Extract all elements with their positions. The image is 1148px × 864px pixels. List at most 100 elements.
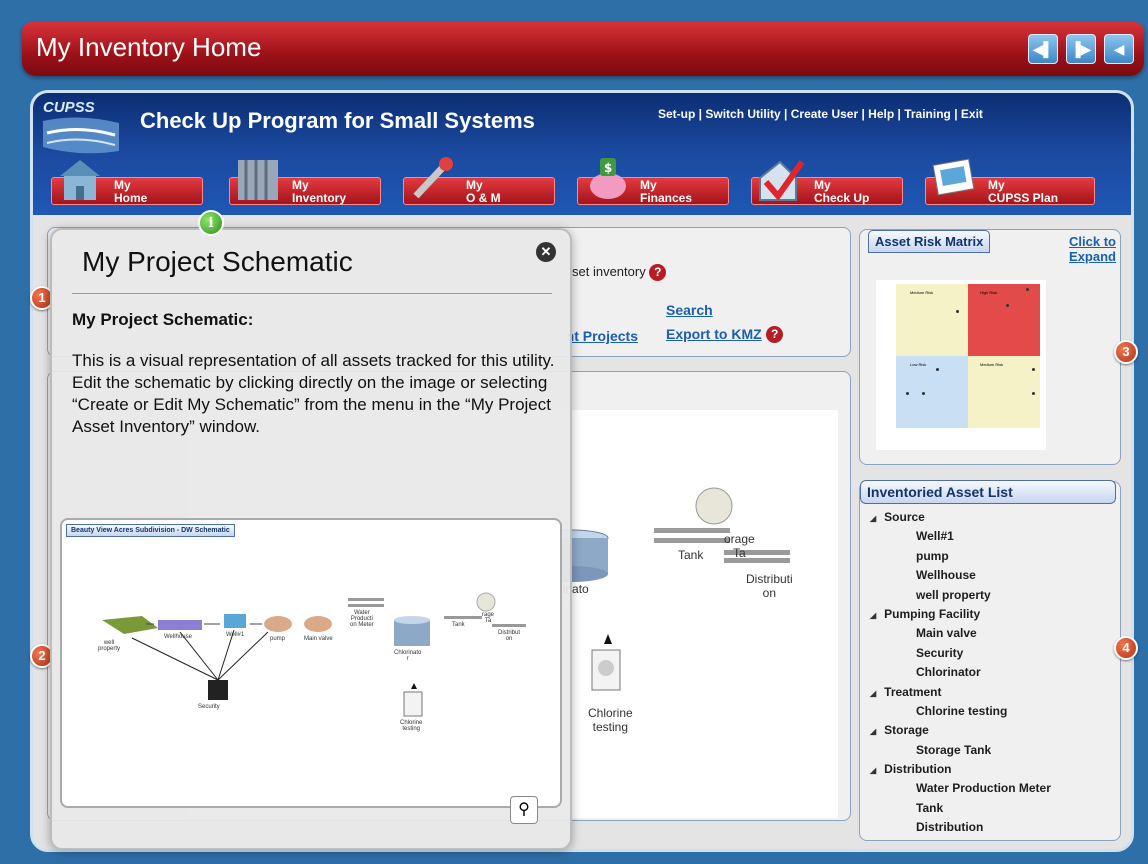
asset-list-tab: Inventoried Asset List	[860, 480, 1116, 504]
inventory-intro-text: set inventory ?	[572, 264, 667, 282]
close-icon[interactable]: ✕	[536, 242, 556, 262]
risk-matrix-tab: Asset Risk Matrix	[868, 230, 991, 253]
thumb-label: Tank	[452, 622, 465, 628]
chlorine-testing-label: Chlorine testing	[588, 706, 633, 734]
thumb-label: rage Ta	[482, 612, 495, 624]
menu-my-home[interactable]: My Home	[51, 160, 203, 205]
menu-my-cupss-plan[interactable]: My CUPSS Plan	[925, 158, 1095, 205]
thumb-label: pump	[270, 636, 286, 642]
asset-item[interactable]: pump	[870, 547, 1051, 566]
storage-tank-label: orage Ta	[724, 532, 755, 560]
create-user-link[interactable]: Create User	[791, 107, 858, 121]
asset-category[interactable]: Distribution	[870, 760, 1051, 779]
popup-title: My Project Schematic	[82, 246, 353, 277]
asset-tree: SourceWell#1pumpWellhousewell propertyPu…	[870, 508, 1051, 838]
risk-point	[1026, 288, 1029, 291]
menu-line2: CUPSS Plan	[988, 191, 1059, 205]
export-kmz-link[interactable]: Export to KMZ	[666, 326, 762, 342]
asset-item[interactable]: Wellhouse	[870, 566, 1051, 585]
menu-my-om[interactable]: My O & M	[403, 157, 555, 205]
quadrant-label: High Risk	[980, 290, 998, 295]
menu-line2: Finances	[640, 191, 693, 205]
menu-my-finances[interactable]: $ My Finances	[577, 158, 729, 205]
checkmark-house-icon	[759, 160, 804, 201]
menu-my-inventory[interactable]: My Inventory	[229, 160, 381, 205]
asset-category[interactable]: Pumping Facility	[870, 605, 1051, 624]
high-risk-quadrant	[968, 284, 1040, 356]
setup-link[interactable]: Set-up	[658, 107, 695, 121]
plan-document-icon	[932, 158, 975, 196]
thumb-label: Well#1	[226, 632, 245, 638]
callout-badge-3[interactable]: 3	[1114, 340, 1138, 364]
quadrant-label: Low Risk	[910, 362, 927, 367]
asset-category[interactable]: Source	[870, 508, 1051, 527]
help-link[interactable]: Help	[868, 107, 894, 121]
asset-item[interactable]: Distribution	[870, 818, 1051, 837]
window-title: My Inventory Home	[36, 32, 262, 62]
training-link[interactable]: Training	[904, 107, 951, 121]
view-cip-link[interactable]: View My Capital Improvement Projects	[568, 328, 638, 344]
thumb-label: Chlorinato r	[394, 650, 422, 662]
risk-point	[936, 368, 939, 371]
asset-item[interactable]: Storage Tank	[870, 741, 1051, 760]
asset-item[interactable]: Main valve	[870, 624, 1051, 643]
click-to-expand-link[interactable]: Click to Expand	[1060, 234, 1116, 264]
risk-matrix-panel: Asset Risk Matrix Click to Expand Medium…	[859, 229, 1121, 465]
zoom-icon[interactable]: ⚲	[510, 796, 538, 824]
water-drop-logo-icon	[43, 117, 119, 154]
asset-item[interactable]: Chlorine testing	[870, 702, 1051, 721]
search-link[interactable]: Search	[666, 302, 713, 318]
distribution-label: Distributi on	[746, 572, 793, 600]
risk-point	[1032, 392, 1035, 395]
speaker-icon[interactable]: ◀	[1104, 34, 1134, 64]
info-icon[interactable]: i	[198, 210, 224, 236]
thumbnail-diagram	[102, 592, 526, 717]
thumb-label: Wellhouse	[164, 634, 192, 640]
menu-line2: O & M	[466, 191, 501, 205]
asset-list-panel: Inventoried Asset List SourceWell#1pumpW…	[859, 480, 1121, 841]
asset-item[interactable]: Water Production Meter	[870, 779, 1051, 798]
thumb-label: Main valve	[304, 636, 333, 642]
menu-line2: Home	[114, 191, 148, 205]
switch-utility-link[interactable]: Switch Utility	[705, 107, 780, 121]
menu-line2: Check Up	[814, 191, 870, 205]
exit-link[interactable]: Exit	[961, 107, 983, 121]
callout-badge-4[interactable]: 4	[1114, 636, 1138, 660]
thumb-label: Water Producti on Meter	[350, 610, 374, 628]
asset-item[interactable]: Well#1	[870, 527, 1051, 546]
risk-point	[1032, 368, 1035, 371]
asset-item[interactable]: Chlorinator	[870, 663, 1051, 682]
svg-text:$: $	[604, 161, 612, 175]
risk-matrix-chart[interactable]: Medium Risk High Risk Low Risk Medium Ri…	[876, 280, 1046, 450]
thumb-label: Security	[198, 704, 220, 710]
app-header: CUPSS Check Up Program for Small Systems…	[33, 93, 1131, 215]
thumb-label: Chlorine testing	[400, 720, 423, 732]
popup-divider	[72, 293, 552, 294]
piggy-bank-icon: $	[590, 158, 626, 199]
asset-item[interactable]: well property	[870, 586, 1051, 605]
house-icon	[60, 160, 100, 200]
asset-category[interactable]: Treatment	[870, 683, 1051, 702]
export-kmz-row: Export to KMZ ?	[666, 326, 784, 344]
medium-risk-quadrant-bottom	[968, 356, 1040, 428]
schematic-thumbnail[interactable]: Beauty View Acres Subdivision - DW Schem…	[60, 518, 562, 808]
app-title: Check Up Program for Small Systems	[140, 108, 535, 133]
quadrant-label: Medium Risk	[910, 290, 934, 295]
menu-my-checkup[interactable]: My Check Up	[751, 160, 903, 205]
quadrant-label: Medium Risk	[980, 362, 1004, 367]
step-back-icon[interactable]: ◀▌	[1028, 34, 1058, 64]
risk-point	[1006, 304, 1009, 307]
help-icon[interactable]: ?	[649, 264, 667, 282]
risk-point	[906, 392, 909, 395]
asset-item[interactable]: Security	[870, 644, 1051, 663]
menu-line2: Inventory	[292, 191, 347, 205]
popup-body-text: This is a visual representation of all a…	[72, 351, 555, 436]
thumb-label: Distribut on	[498, 630, 521, 642]
top-links: Set-up | Switch Utility | Create User | …	[658, 107, 983, 121]
tank-label: Tank	[678, 548, 704, 562]
help-icon[interactable]: ?	[766, 326, 784, 344]
asset-category[interactable]: Storage	[870, 721, 1051, 740]
step-forward-icon[interactable]: ▐▶	[1066, 34, 1096, 64]
risk-point	[956, 310, 959, 313]
asset-item[interactable]: Tank	[870, 799, 1051, 818]
